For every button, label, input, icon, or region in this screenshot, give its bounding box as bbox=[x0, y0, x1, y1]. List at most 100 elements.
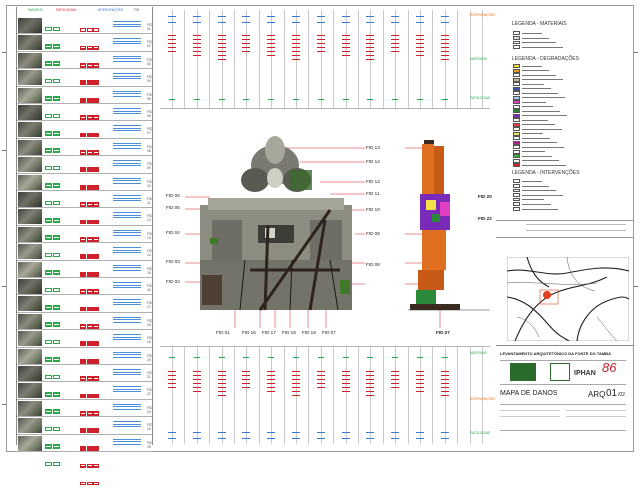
intervention-cell bbox=[113, 403, 141, 412]
legend-swatch bbox=[513, 179, 520, 183]
fid-callout: FID 17 bbox=[262, 330, 276, 335]
table-row: FID 22 bbox=[16, 382, 152, 434]
material-cell bbox=[44, 209, 62, 240]
legend-swatch bbox=[513, 82, 520, 86]
fid-callout: FID 18 bbox=[282, 330, 296, 335]
iphan-logo-mark: 86 bbox=[602, 360, 617, 375]
pathology-cell bbox=[80, 384, 104, 434]
material-code-mark bbox=[239, 96, 253, 100]
grid-column-line bbox=[258, 10, 260, 108]
intervention-code-stack bbox=[413, 12, 427, 23]
legend-swatch bbox=[513, 122, 520, 127]
pathology-cell bbox=[80, 367, 104, 416]
site-location-marker bbox=[543, 291, 551, 299]
site-map bbox=[507, 257, 629, 341]
intervention-code-stack bbox=[314, 12, 328, 23]
sheet-number: 01 bbox=[606, 388, 618, 399]
title-block: LEVANTAMENTO ARQUITETÔNICO DA FONTE DO T… bbox=[496, 345, 634, 446]
grid-column-line bbox=[184, 346, 186, 444]
material-cell bbox=[44, 70, 62, 101]
legend-swatch bbox=[513, 184, 520, 188]
material-cell bbox=[44, 35, 62, 66]
intervention-code-stack bbox=[215, 428, 229, 439]
pathology-cell bbox=[80, 19, 104, 68]
material-code-mark bbox=[264, 96, 278, 100]
pathology-code-stack bbox=[363, 32, 377, 60]
photo-thumbnail bbox=[18, 261, 42, 277]
intervention-code-stack bbox=[165, 428, 179, 439]
left-table: IMAGENS PATOLOGIAS INTERVENÇÕES FID FID … bbox=[16, 7, 152, 486]
material-code-mark bbox=[314, 96, 328, 100]
material-cell bbox=[44, 349, 62, 380]
grid-column-line bbox=[283, 346, 285, 444]
photo-thumbnail bbox=[18, 313, 42, 329]
photo-thumbnail bbox=[18, 244, 42, 260]
intervention-code-stack bbox=[289, 428, 303, 439]
legend-swatch bbox=[513, 91, 520, 95]
fountain-body bbox=[200, 198, 352, 311]
intervention-cell bbox=[113, 177, 141, 186]
grid-column-line bbox=[457, 346, 459, 444]
intervention-cell bbox=[113, 38, 141, 46]
section-profile bbox=[408, 140, 490, 311]
intervention-cell bbox=[113, 369, 141, 377]
grid-column-line bbox=[308, 346, 310, 444]
material-cell bbox=[44, 262, 62, 293]
material-code-mark bbox=[289, 96, 303, 100]
pathology-code-stack bbox=[239, 368, 253, 389]
photo-thumbnail bbox=[18, 192, 42, 207]
pathology-cell bbox=[80, 158, 104, 207]
fid-callout: FID 19 bbox=[302, 330, 316, 335]
pathology-code-stack bbox=[339, 32, 353, 57]
pathology-code-stack bbox=[388, 32, 402, 53]
legend-swatch bbox=[513, 45, 520, 49]
material-code-mark bbox=[438, 96, 452, 100]
header-images: IMAGENS bbox=[28, 8, 43, 12]
photo-thumbnail bbox=[18, 105, 42, 120]
legend-swatch bbox=[513, 136, 520, 140]
legend-swatch bbox=[513, 163, 520, 167]
table-row: FID 19 bbox=[16, 330, 152, 381]
photo-thumbnail bbox=[18, 209, 42, 225]
legend-swatch bbox=[513, 149, 520, 154]
grid-column-line bbox=[308, 10, 310, 108]
grid-column-line bbox=[420, 10, 421, 108]
material-cell bbox=[44, 157, 62, 188]
pathology-cell bbox=[80, 36, 104, 86]
grid-column-line bbox=[172, 10, 173, 108]
pathology-code-stack bbox=[264, 368, 278, 393]
legend-swatch bbox=[513, 113, 520, 118]
grid-column-line bbox=[432, 10, 434, 108]
material-code-mark bbox=[314, 354, 328, 358]
photo-thumbnail bbox=[18, 139, 42, 155]
intervention-cell bbox=[113, 90, 141, 99]
photo-thumbnail bbox=[18, 35, 42, 51]
legend-swatch bbox=[513, 77, 520, 82]
material-cell bbox=[44, 227, 62, 258]
section-fid-callout: FID 22 bbox=[478, 216, 492, 221]
legend-swatch bbox=[513, 73, 520, 77]
pathology-cell bbox=[80, 123, 104, 173]
material-cell bbox=[44, 244, 62, 275]
header-pathologies: PATOLOGIAS bbox=[56, 8, 77, 12]
bottom-grid-interventions-label: INTERVENÇÕES bbox=[470, 397, 496, 401]
fountain-crest bbox=[241, 136, 312, 192]
legend-swatch bbox=[513, 40, 520, 45]
pathology-cell bbox=[80, 89, 104, 138]
pathology-code-stack bbox=[215, 368, 229, 396]
material-code-mark bbox=[165, 96, 179, 100]
material-code-mark bbox=[388, 96, 402, 100]
pathology-code-stack bbox=[289, 32, 303, 60]
table-row: FID 18 bbox=[16, 313, 152, 364]
intervention-cell bbox=[113, 212, 141, 220]
material-cell bbox=[44, 436, 62, 467]
pathology-cell bbox=[80, 419, 104, 468]
grid-column-line bbox=[432, 346, 434, 444]
grid-column-line bbox=[234, 346, 235, 444]
photo-thumbnail bbox=[18, 348, 42, 364]
table-row: FID 25 bbox=[16, 435, 152, 486]
pathology-code-stack bbox=[165, 368, 179, 389]
table-row: FID 13 bbox=[16, 226, 152, 277]
intervention-code-stack bbox=[165, 12, 179, 23]
bottom-grid-materials-label: MATERIAIS bbox=[470, 351, 487, 355]
